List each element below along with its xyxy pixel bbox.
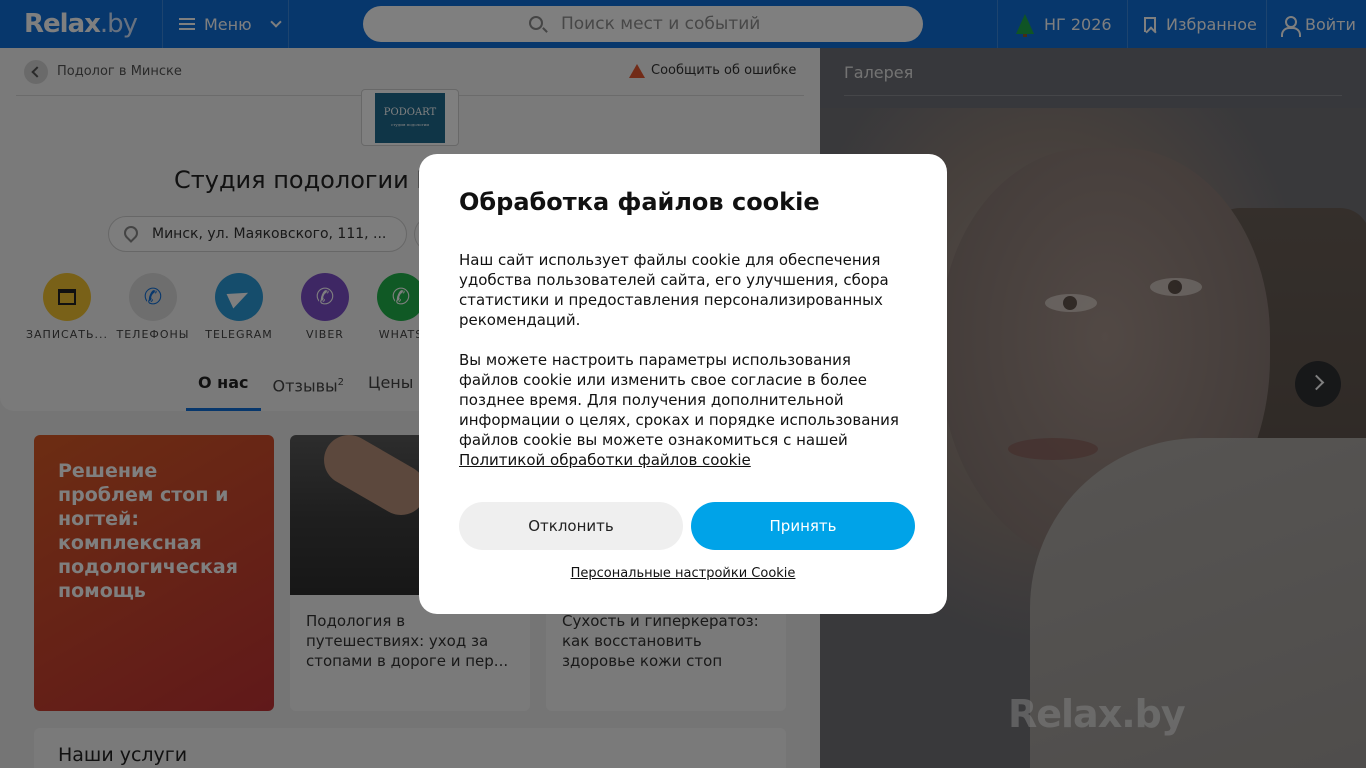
cookie-policy-link[interactable]: Политикой обработки файлов cookie: [459, 451, 751, 469]
cookie-text: Наш сайт использует файлы cookie для обе…: [459, 250, 911, 470]
cookie-paragraph-2: Вы можете настроить параметры использова…: [459, 351, 899, 449]
cookie-paragraph-1: Наш сайт использует файлы cookie для обе…: [459, 251, 889, 329]
cookie-dialog: Обработка файлов cookie Наш сайт использ…: [419, 154, 947, 614]
cookie-settings-link[interactable]: Персональные настройки Cookie: [419, 566, 947, 581]
accept-button[interactable]: Принять: [691, 502, 915, 550]
decline-button[interactable]: Отклонить: [459, 502, 683, 550]
cookie-title: Обработка файлов cookie: [459, 188, 820, 216]
